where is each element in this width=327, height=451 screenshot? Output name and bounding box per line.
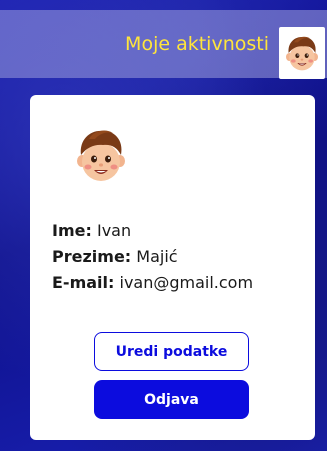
last-name-row: Prezime: Majić bbox=[52, 244, 253, 270]
app-header: Moje aktivnosti bbox=[0, 10, 327, 79]
profile-card: Ime: Ivan Prezime: Majić E-mail: ivan@gm… bbox=[30, 95, 315, 440]
page-title[interactable]: Moje aktivnosti bbox=[125, 33, 269, 55]
boy-avatar-icon bbox=[77, 130, 125, 181]
logout-button[interactable]: Odjava bbox=[94, 380, 249, 419]
last-name-label: Prezime: bbox=[52, 247, 132, 266]
first-name-value: Ivan bbox=[96, 221, 132, 240]
email-row: E-mail: ivan@gmail.com bbox=[52, 270, 253, 296]
user-avatar-button[interactable] bbox=[279, 27, 325, 79]
boy-avatar-icon bbox=[286, 36, 318, 71]
edit-profile-button[interactable]: Uredi podatke bbox=[94, 332, 249, 371]
email-label: E-mail: bbox=[52, 273, 115, 292]
first-name-label: Ime: bbox=[52, 221, 92, 240]
profile-info: Ime: Ivan Prezime: Majić E-mail: ivan@gm… bbox=[52, 218, 253, 296]
first-name-row: Ime: Ivan bbox=[52, 218, 253, 244]
email-value: ivan@gmail.com bbox=[119, 273, 254, 292]
last-name-value: Majić bbox=[136, 247, 178, 266]
